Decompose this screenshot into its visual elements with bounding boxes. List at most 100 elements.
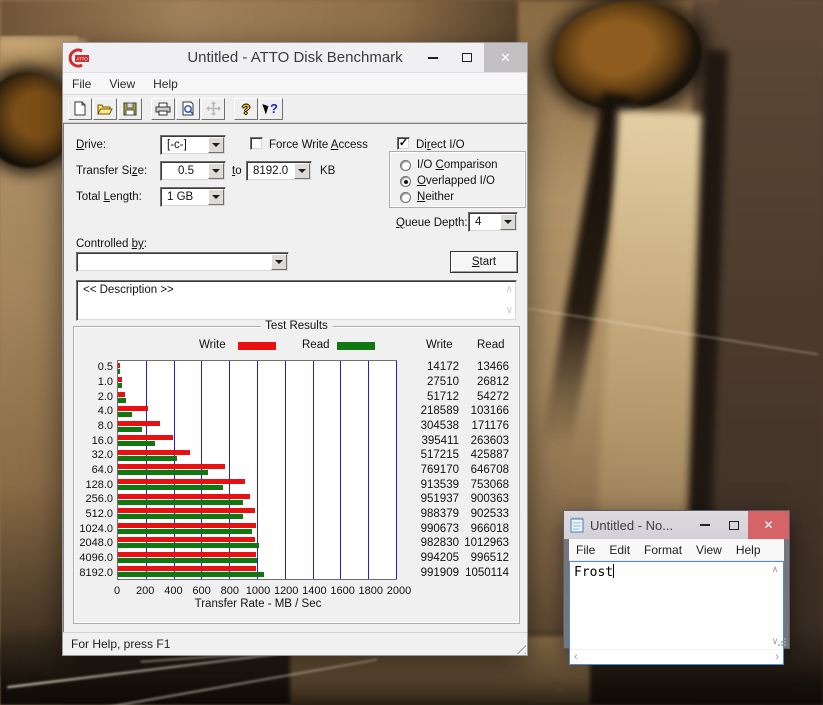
radio-io-comparison[interactable]: I/O Comparison [400,159,498,171]
context-help-button[interactable]: ? [259,98,283,120]
minimize-button[interactable] [690,511,719,539]
chevron-down-icon[interactable] [271,254,287,270]
controlled-by-label: Controlled by: [76,238,147,250]
scroll-right-icon[interactable]: › [775,651,779,663]
minimize-button[interactable] [416,43,450,72]
controlled-by-combobox[interactable] [76,252,289,272]
write-bar [118,508,255,513]
resize-grip[interactable] [513,641,526,654]
menu-view[interactable]: View [689,541,729,559]
chart-plot-area [117,360,397,580]
radio-label: Overlapped I/O [417,175,495,187]
close-button[interactable]: ✕ [484,43,527,72]
write-value: 988379 [397,507,459,522]
notepad-text-area[interactable]: Frost [570,562,767,649]
force-write-access-checkbox[interactable] [250,137,263,150]
read-bar [118,383,122,388]
read-bar [118,514,243,519]
drive-combobox[interactable]: [-c-] [160,135,226,155]
menu-view[interactable]: View [100,75,144,93]
description-box[interactable]: << Description >> ∧ ∨ [76,280,517,321]
atto-statusbar: For Help, press F1 [63,632,527,655]
resize-grip[interactable] [778,637,787,646]
maximize-button[interactable] [450,43,484,72]
chevron-down-icon[interactable] [208,163,224,179]
total-length-combobox[interactable]: 1 GB [160,187,226,207]
chevron-down-icon[interactable] [208,189,224,205]
status-text: For Help, press F1 [71,637,170,651]
scroll-down-icon[interactable]: ∨ [506,306,513,316]
print-button[interactable] [151,98,175,120]
read-value: 996512 [459,551,509,566]
y-tick-label: 64.0 [74,463,113,478]
save-button[interactable] [118,98,142,120]
help-icon: ? [242,101,251,117]
read-value: 171176 [459,419,509,434]
write-value: 982830 [397,536,459,551]
new-file-button[interactable] [68,98,92,120]
chevron-down-icon[interactable] [208,137,224,153]
close-button[interactable]: ✕ [748,511,789,539]
read-column-header: Read [477,339,505,351]
y-tick-label: 4.0 [74,404,113,419]
open-file-button[interactable] [93,98,117,120]
write-value: 218589 [397,404,459,419]
transfer-size-to-combobox[interactable]: 8192.0 [246,161,312,181]
text-caret [613,564,614,578]
y-tick-label: 2.0 [74,389,113,404]
print-preview-icon [181,101,195,116]
io-mode-groupbox: I/O Comparison Overlapped I/O Neither [389,151,526,208]
x-tick-label: 200 [136,585,154,597]
read-bar [118,441,155,446]
chart-row [118,550,396,565]
radio-icon [400,160,411,171]
pan-arrows-icon [206,101,221,116]
scroll-up-icon[interactable]: ∧ [506,285,513,295]
horizontal-scrollbar[interactable]: ‹ › [570,649,783,664]
y-tick-label: 8192.0 [74,565,113,580]
scroll-left-icon[interactable]: ‹ [574,651,578,663]
read-value: 13466 [459,360,509,375]
radio-overlapped-io[interactable]: Overlapped I/O [400,175,495,187]
chevron-down-icon[interactable] [500,214,516,230]
maximize-button[interactable] [719,511,748,539]
x-tick-label: 600 [192,585,210,597]
read-value: 646708 [459,463,509,478]
new-file-icon [73,101,87,116]
direct-io-checkbox[interactable]: ✓ [397,137,410,150]
read-bar [118,543,259,548]
read-value: 26812 [459,375,509,390]
atto-titlebar[interactable]: ATTO Untitled - ATTO Disk Benchmark ✕ [63,43,527,72]
menu-help[interactable]: Help [729,541,768,559]
queue-depth-value: 4 [475,216,481,228]
notepad-titlebar[interactable]: Untitled - No... ✕ [564,511,789,539]
y-tick-label: 4096.0 [74,551,113,566]
menu-help[interactable]: Help [144,75,187,93]
atto-window: ATTO Untitled - ATTO Disk Benchmark ✕ Fi… [62,42,528,656]
wallpaper-cream-blaze [594,110,714,574]
chart-row [118,477,396,492]
write-bar [118,494,250,499]
menu-format[interactable]: Format [637,541,689,559]
about-help-button[interactable]: ? [234,98,258,120]
transfer-size-from-combobox[interactable]: 0.5 [160,161,226,181]
start-button[interactable]: Start [450,251,518,273]
read-value: 54272 [459,389,509,404]
menu-file[interactable]: File [569,541,602,559]
read-bar [118,398,126,403]
drive-label: Drive: [76,139,106,151]
read-bar [118,485,223,490]
menu-edit[interactable]: Edit [602,541,637,559]
radio-neither[interactable]: Neither [400,191,454,203]
pan-button[interactable] [201,98,225,120]
legend-write-label: Write [199,339,226,351]
transfer-size-label: Transfer Size: [76,165,147,177]
queue-depth-combobox[interactable]: 4 [468,212,518,232]
read-bar [118,427,142,432]
y-tick-label: 0.5 [74,360,113,375]
vertical-scrollbar[interactable]: ∧ ∨ [767,562,783,649]
chevron-down-icon[interactable] [294,163,310,179]
menu-file[interactable]: File [63,75,100,93]
print-preview-button[interactable] [176,98,200,120]
scroll-up-icon[interactable]: ∧ [772,564,779,575]
